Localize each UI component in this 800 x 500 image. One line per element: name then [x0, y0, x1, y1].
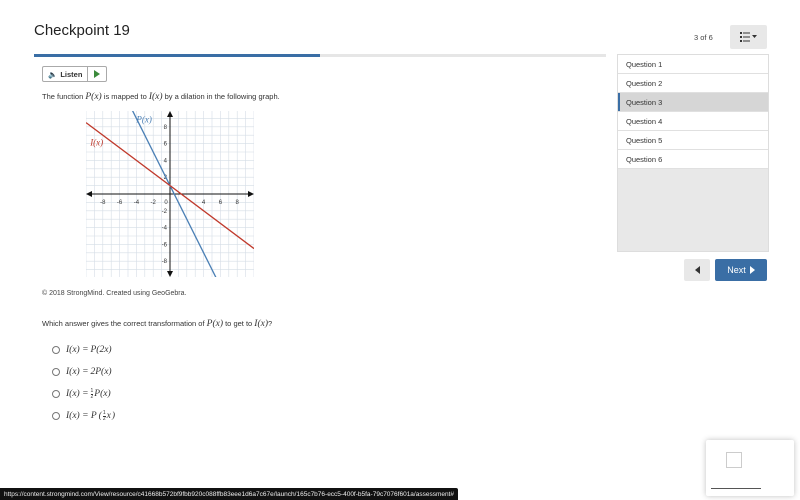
- question-list-item[interactable]: Question 4: [618, 112, 768, 131]
- prompt-part: The function: [42, 92, 86, 101]
- progress-bar: [34, 54, 606, 57]
- question-part: ?: [268, 319, 273, 328]
- option-rhs: P(2x): [90, 345, 112, 355]
- previous-button[interactable]: [684, 259, 710, 281]
- question-list: Question 1 Question 2 Question 3 Question 4…: [617, 54, 769, 252]
- y-tick-label: -4: [162, 226, 168, 232]
- denominator: 2: [90, 393, 94, 400]
- answer-options: I(x) = P(2x) I(x) = 2P(x) I(x) = 1 2 P(x) …: [52, 339, 115, 427]
- question-list-item[interactable]: Question 1: [618, 55, 768, 74]
- x-tick-label: 6: [219, 200, 223, 206]
- paren-close: ): [111, 411, 116, 421]
- x-tick-label: -2: [151, 200, 157, 206]
- list-menu-icon: [739, 32, 757, 42]
- x-tick-label: 0: [164, 200, 168, 206]
- question-math-i: I(x): [254, 319, 269, 329]
- x-tick-label: 4: [202, 200, 206, 206]
- y-tick-label: -2: [162, 209, 168, 215]
- option-lhs: I(x) =: [66, 367, 89, 377]
- question-part: Which answer gives the correct transform…: [42, 319, 207, 328]
- question-list-item[interactable]: Question 6: [618, 150, 768, 169]
- y-tick-label: -8: [162, 259, 168, 265]
- answer-option[interactable]: I(x) = P(2x): [52, 339, 115, 361]
- thumbnail-graph: [726, 452, 742, 468]
- y-axis-arrow-down: [167, 271, 173, 277]
- y-tick-label: 4: [164, 158, 168, 164]
- prompt-part: by a dilation in the following graph.: [162, 92, 280, 101]
- answer-option[interactable]: I(x) = 2P(x): [52, 361, 115, 383]
- next-button[interactable]: Next: [715, 259, 767, 281]
- speaker-icon: 🔈: [48, 69, 58, 79]
- next-label: Next: [727, 265, 746, 275]
- radio-button[interactable]: [52, 368, 60, 376]
- play-icon: [94, 70, 101, 78]
- chevron-right-icon: [749, 266, 755, 274]
- question-list-item[interactable]: Question 5: [618, 131, 768, 150]
- play-button[interactable]: [88, 67, 106, 81]
- y-tick-label: 6: [164, 142, 168, 148]
- option-rhs: 2P(x): [90, 367, 112, 377]
- paren-open: (: [98, 411, 102, 421]
- option-lhs: I(x) = P: [66, 411, 97, 421]
- question-list-item[interactable]: Question 3: [618, 93, 768, 112]
- x-tick-label: -6: [117, 200, 123, 206]
- x-tick-label: -4: [134, 200, 140, 206]
- option-rhs: P(x): [94, 389, 111, 399]
- radio-button[interactable]: [52, 390, 60, 398]
- question-menu-button[interactable]: [730, 25, 767, 49]
- question-counter: 3 of 6: [694, 33, 713, 42]
- answer-option[interactable]: I(x) = 1 2 P(x): [52, 383, 115, 405]
- radio-button[interactable]: [52, 412, 60, 420]
- listen-label: Listen: [60, 69, 83, 79]
- question-list-item[interactable]: Question 2: [618, 74, 768, 93]
- line-label: I(x): [89, 137, 103, 147]
- progress-fill: [34, 54, 320, 57]
- option-lhs: I(x) =: [66, 389, 89, 399]
- radio-button[interactable]: [52, 346, 60, 354]
- y-tick-label: -6: [162, 242, 168, 248]
- question-math-p: P(x): [206, 319, 224, 329]
- fraction: 12: [90, 388, 94, 400]
- option-rhs: x: [106, 411, 111, 421]
- thumbnail-bar: [711, 488, 761, 489]
- chevron-left-icon: [694, 266, 700, 274]
- listen-widget: 🔈 Listen: [42, 66, 108, 82]
- answer-option[interactable]: I(x) = P(1 2 x): [52, 405, 115, 427]
- credit-text: © 2018 StrongMind. Created using GeoGebr…: [42, 290, 187, 297]
- question-text: Which answer gives the correct transform…: [42, 319, 272, 329]
- x-axis-arrow-right: [248, 191, 254, 197]
- page-title: Checkpoint 19: [34, 22, 130, 39]
- y-tick-label: 8: [164, 125, 168, 131]
- denominator: 2: [102, 415, 106, 422]
- question-part: to get to: [223, 319, 255, 328]
- x-tick-label: 8: [236, 200, 240, 206]
- prompt-part: is mapped to: [101, 92, 149, 101]
- option-lhs: I(x) =: [66, 345, 89, 355]
- x-tick-label: -8: [100, 200, 106, 206]
- y-axis-arrow-up: [167, 111, 173, 117]
- status-bar-url: https://content.strongmind.com/View/reso…: [0, 488, 459, 500]
- prompt-math-p: P(x): [85, 92, 102, 102]
- function-graph: -8 -6 -4 -2 0 4 6 88642-2-4-6-8P(x)I(x): [86, 111, 254, 277]
- line-label: P(x): [135, 115, 152, 125]
- fraction: 12: [102, 410, 106, 422]
- prompt-text: The function P(x) is mapped to I(x) by a…: [42, 92, 280, 102]
- x-axis-arrow-left: [86, 191, 92, 197]
- listen-button[interactable]: 🔈 Listen: [43, 67, 89, 81]
- prompt-math-i: I(x): [148, 92, 163, 102]
- window-thumbnail[interactable]: [706, 440, 794, 496]
